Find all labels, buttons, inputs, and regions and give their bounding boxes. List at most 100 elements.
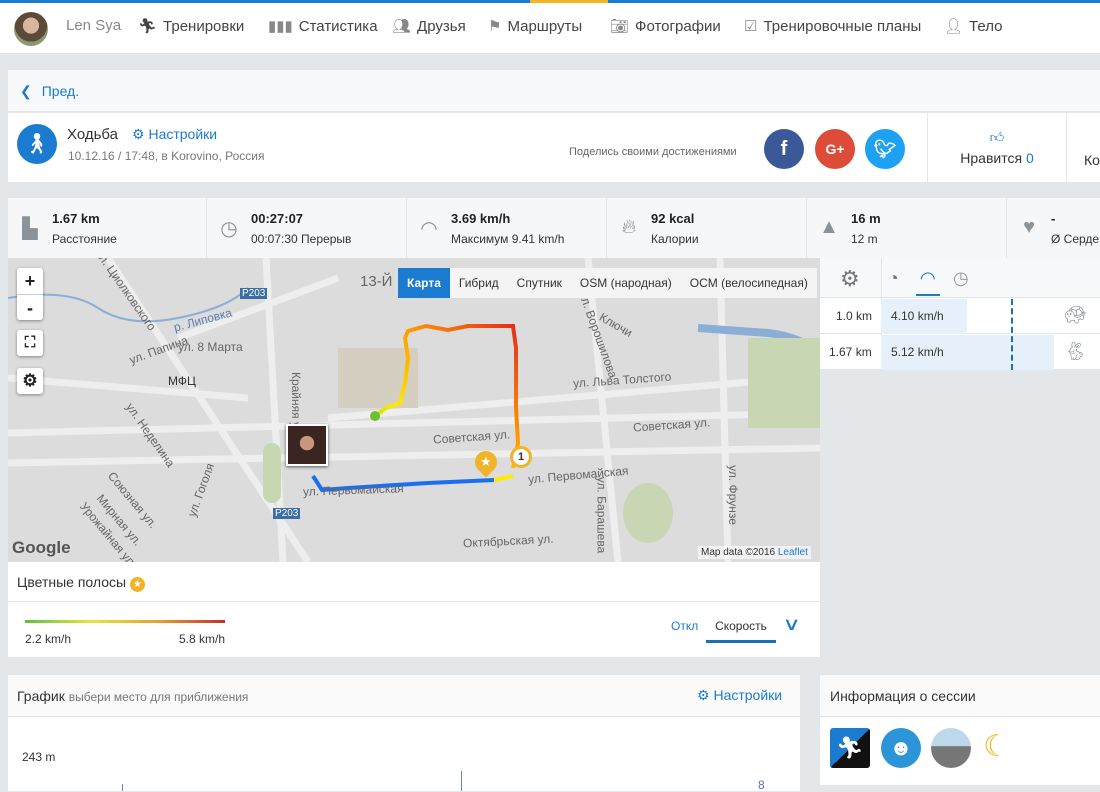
pace-tab[interactable]: ◔ bbox=[888, 268, 899, 289]
share-text: Поделись своими достижениями bbox=[569, 146, 737, 158]
route-map[interactable]: 13-Й ул. Циолковского р. Липовка P203 P2… bbox=[8, 258, 820, 562]
graph-title: График выбери место для приближения bbox=[17, 688, 248, 704]
thumbs-up-icon: 👍︎ bbox=[989, 129, 1005, 145]
zoom-in-button[interactable]: + bbox=[17, 268, 43, 295]
prev-link[interactable]: ❮ Пред. bbox=[20, 83, 79, 100]
nav-workouts[interactable]: 🏃︎ Тренировки bbox=[138, 17, 245, 36]
nav-label: Тренировки bbox=[163, 17, 245, 35]
stat-distance: ▙ 1.67 km Расстояние bbox=[8, 198, 207, 258]
off-button[interactable]: Откл bbox=[671, 619, 698, 633]
facebook-icon: f bbox=[780, 138, 788, 160]
tab-satellite[interactable]: Спутник bbox=[508, 268, 571, 298]
stat-label: Максимум 9.41 km/h bbox=[451, 232, 565, 246]
google-plus-share-button[interactable]: G+ bbox=[815, 129, 855, 169]
map-label: ул. 8 Марта bbox=[178, 340, 243, 354]
color-bands-panel: Цветные полосы ★ 2.2 km/h 5.8 km/h Откл … bbox=[8, 562, 820, 657]
fullscreen-icon: ⛶ bbox=[24, 334, 36, 351]
stat-elevation: ▲ 16 m 12 m bbox=[807, 198, 1007, 258]
speed-option[interactable]: Скорость bbox=[706, 619, 776, 643]
stat-value: - bbox=[1051, 211, 1056, 226]
tab-ocm[interactable]: OCM (велосипедная) bbox=[681, 268, 817, 298]
facebook-share-button[interactable]: f bbox=[764, 129, 804, 169]
user-name[interactable]: Len Sya bbox=[66, 17, 121, 34]
walking-icon: 🚶︎ bbox=[17, 124, 57, 164]
elevation-icon: ▲ bbox=[819, 216, 839, 238]
zoom-out-button[interactable]: - bbox=[17, 295, 43, 321]
split-row: 1.0 km 4.10 km/h 🐢︎ bbox=[820, 299, 1100, 334]
color-bands-label: Цветные полосы bbox=[17, 574, 127, 590]
prev-bar: ❮ Пред. bbox=[8, 70, 1100, 112]
stat-label: Расстояние bbox=[52, 232, 117, 246]
stat-value: 00:27:07 bbox=[251, 211, 304, 226]
heart-icon: ♥ bbox=[1023, 216, 1035, 238]
speedometer-icon: ◠ bbox=[420, 218, 438, 240]
map-label: P203 bbox=[273, 508, 301, 519]
person-icon: 👤︎ bbox=[944, 18, 964, 35]
fullscreen-button[interactable]: ⛶ bbox=[17, 330, 43, 356]
split-speed: 4.10 km/h bbox=[891, 309, 944, 323]
chevron-down-icon[interactable]: ∨ bbox=[782, 614, 800, 635]
avatar[interactable] bbox=[14, 12, 48, 46]
nav-routes[interactable]: ⚑ Маршруты bbox=[488, 17, 583, 36]
nav-photos[interactable]: 📷︎ Фотографии bbox=[610, 17, 721, 36]
prev-label: Пред. bbox=[41, 83, 80, 99]
graph-panel: График выбери место для приближения ⚙ На… bbox=[8, 675, 800, 792]
map-attribution: Map data ©2016 Leaflet bbox=[698, 546, 811, 559]
app-icon: 🏃︎ bbox=[830, 728, 870, 768]
legend-max: 5.8 km/h bbox=[179, 632, 226, 646]
tab-osm[interactable]: OSM (народная) bbox=[571, 268, 681, 298]
nav-label: Статистика bbox=[298, 17, 378, 35]
speed-tab[interactable]: ◠ bbox=[916, 268, 940, 296]
graph-marker: 8 bbox=[758, 778, 765, 792]
stopwatch-icon: ◷ bbox=[220, 218, 238, 240]
friends-icon: 👥︎ bbox=[392, 18, 412, 35]
map-type-tabs: Карта Гибрид Спутник OSM (народная) OCM … bbox=[398, 268, 817, 298]
time-tab[interactable]: ◷ bbox=[953, 268, 969, 289]
activity-title: Ходьба bbox=[67, 126, 119, 143]
photo-marker[interactable] bbox=[286, 424, 328, 466]
stats-bar: ▙ 1.67 km Расстояние ◷ 00:27:07 00:07:30 Пер… bbox=[8, 198, 1100, 258]
nav-training-plans[interactable]: ☑ Тренировочные планы bbox=[744, 17, 921, 36]
gear-icon: ⚙ bbox=[697, 687, 710, 703]
splits-panel: ⚙ ◔ ◠ ◷ 1.0 km 4.10 km/h 🐢︎ 1.67 km 5.12… bbox=[820, 258, 1100, 370]
speedometer-icon: ◠ bbox=[920, 268, 936, 288]
nav-body[interactable]: 👤︎ Тело bbox=[944, 17, 1002, 36]
y-axis-max: 243 m bbox=[22, 750, 56, 764]
stat-value: 16 m bbox=[851, 211, 881, 226]
map-settings-button[interactable]: ⚙ bbox=[17, 368, 43, 394]
tab-map[interactable]: Карта bbox=[398, 268, 450, 298]
map-label: ул. Фрунзе bbox=[725, 465, 740, 525]
tab-hybrid[interactable]: Гибрид bbox=[450, 268, 508, 298]
stat-label: 12 m bbox=[851, 232, 878, 246]
legend-min: 2.2 km/h bbox=[25, 632, 72, 646]
split-distance: 1.0 km bbox=[836, 309, 873, 323]
comments-button[interactable]: Ко bbox=[1084, 152, 1100, 168]
chevron-left-icon: ❮ bbox=[20, 83, 32, 99]
km-marker[interactable]: 1 bbox=[510, 446, 532, 468]
map-label: МФЦ bbox=[168, 374, 196, 388]
stat-calories: 🔥︎ 92 kcal Калории bbox=[607, 198, 807, 258]
google-logo: Google bbox=[12, 538, 71, 557]
activity-header: 🚶︎ Ходьба ⚙ Настройки 10.12.16 / 17:48, … bbox=[8, 113, 1100, 182]
leaflet-link[interactable]: Leaflet bbox=[778, 547, 808, 558]
splits-settings-button[interactable]: ⚙ bbox=[840, 266, 860, 292]
runner-icon: 🏃︎ bbox=[138, 18, 158, 35]
session-info-panel: Информация о сессии 🏃︎ ☻ ☾ bbox=[820, 675, 1100, 785]
nav-label: Друзья bbox=[417, 17, 466, 35]
graph-hint: выбери место для приближения bbox=[68, 690, 249, 704]
nav-label: Маршруты bbox=[507, 17, 583, 35]
pie-timer-icon: ◔ bbox=[888, 268, 899, 288]
stat-label: 00:07:30 Перерыв bbox=[251, 232, 352, 246]
turtle-icon: 🐢︎ bbox=[1064, 305, 1087, 325]
nav-friends[interactable]: 👥︎ Друзья bbox=[392, 17, 466, 36]
twitter-share-button[interactable]: 🐦︎ bbox=[865, 129, 905, 169]
like-label: Нравится bbox=[960, 150, 1023, 166]
active-indicator bbox=[530, 0, 608, 3]
google-plus-icon: G+ bbox=[825, 141, 845, 157]
like-button[interactable]: 👍︎ Нравится 0 bbox=[928, 113, 1066, 182]
nav-statistics[interactable]: ▮▮▮ Статистика bbox=[268, 17, 378, 36]
settings-label: Настройки bbox=[148, 126, 218, 142]
graph-settings-link[interactable]: ⚙ Настройки bbox=[697, 687, 782, 704]
stat-heart-rate: ♥ - Ø Серде bbox=[1007, 198, 1100, 258]
settings-link[interactable]: ⚙ Настройки bbox=[132, 126, 217, 143]
